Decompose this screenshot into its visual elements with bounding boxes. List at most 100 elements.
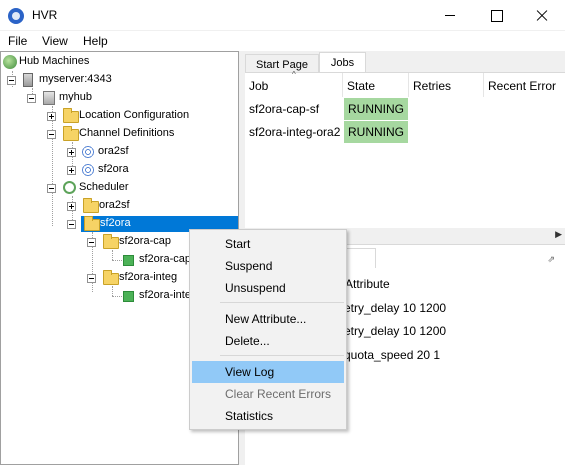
table-cell-state[interactable]: RUNNING [344,121,408,143]
tab-start-page[interactable]: Start Page [245,54,319,74]
menu-item-label: Delete... [225,334,270,348]
collapse-icon[interactable] [7,76,16,85]
list-item[interactable]: quota_speed 20 1 [344,348,440,362]
job-icon [123,291,134,302]
menu-item-label: Clear Recent Errors [225,387,332,401]
tree-node-label: sf2ora-integ [119,271,178,283]
table-cell-state[interactable]: RUNNING [344,98,408,120]
tree-node-scheduler[interactable]: Scheduler [47,180,147,196]
hub-icon [43,91,55,105]
folder-icon [83,198,99,213]
globe-icon [3,55,17,69]
cell-text: RUNNING [348,102,404,116]
menu-item-clear-recent-errors: Clear Recent Errors [192,383,344,405]
folder-icon [103,234,119,249]
expand-icon[interactable] [67,202,76,211]
header-label: Retries [413,79,452,93]
menu-item-statistics[interactable]: Statistics [192,405,344,427]
tree-node-label: Scheduler [79,181,129,193]
tree-node-label: sf2ora [100,217,131,229]
list-item[interactable]: etry_delay 10 1200 [344,301,446,315]
tree-node-label: Hub Machines [19,55,90,67]
collapse-icon[interactable] [47,130,56,139]
maximize-icon[interactable] [473,0,519,31]
collapse-icon[interactable] [87,238,96,247]
channel-icon [81,163,95,177]
menu-separator [220,302,344,303]
scroll-right-icon[interactable]: ▶ [555,229,562,240]
tab-label: Jobs [330,57,355,69]
list-item[interactable]: etry_delay 10 1200 [344,324,446,338]
menu-help[interactable]: Help [83,34,108,48]
collapse-icon[interactable] [67,220,76,229]
tree-node-channel-definitions[interactable]: Channel Definitions [47,126,197,142]
column-header-job[interactable]: ^ Job [245,70,343,97]
menu-item-new-attribute[interactable]: New Attribute... [192,308,344,330]
tree-node-label: Channel Definitions [79,127,175,139]
tab-label: Start Page [256,59,308,71]
menu-item-label: Statistics [225,409,274,423]
menu-item-unsuspend[interactable]: Unsuspend [192,277,344,299]
tree-node-job-cap[interactable]: sf2ora-cap [123,252,193,268]
menu-item-delete[interactable]: Delete... [192,330,344,352]
header-label: Job [249,79,269,93]
column-header-attribute: Attribute [345,277,390,291]
menu-view[interactable]: View [42,34,68,48]
close-icon[interactable] [519,0,565,31]
column-header-state[interactable]: State [343,73,409,97]
tree-node-label: myserver:4343 [39,73,112,85]
tree-node-label: ora2sf [99,199,130,211]
title-bar: HVR [0,0,565,31]
header-label: State [347,79,376,93]
tree-node-label: sf2ora-integ [139,289,193,301]
folder-icon [103,270,119,285]
collapse-icon[interactable] [47,184,56,193]
tree-node-label: sf2ora [98,163,129,175]
column-header-recent-error[interactable]: Recent Error [484,73,565,97]
folder-icon [63,126,79,141]
menu-file[interactable]: File [8,34,27,48]
header-label: Recent Error [488,79,557,93]
tree-node-label: Location Configuration [79,109,190,121]
expand-icon[interactable] [67,166,76,175]
tree-node-label: sf2ora-cap [119,235,171,247]
tree-node-channel-ora2sf[interactable]: ora2sf [67,144,147,160]
tree-node-sf2ora-cap[interactable]: sf2ora-cap [87,234,187,250]
folder-icon [63,108,79,123]
column-header-retries[interactable]: Retries [409,73,484,97]
collapse-icon[interactable] [87,274,96,283]
tree-node-sf2ora-integ[interactable]: sf2ora-integ [87,270,187,286]
menu-item-suspend[interactable]: Suspend [192,255,344,277]
tree-node-server[interactable]: myserver:4343 [7,72,147,88]
tree-node-hub[interactable]: myhub [27,90,127,106]
scheduler-icon [63,181,76,194]
cell-text: RUNNING [348,125,404,139]
menu-item-label: Suspend [225,259,273,273]
folder-icon [84,216,100,231]
menu-item-label: View Log [225,365,275,379]
expand-icon[interactable] [67,148,76,157]
hvr-app-icon [8,8,24,24]
tree-node-scheduler-ora2sf[interactable]: ora2sf [67,198,147,214]
minimize-icon[interactable] [427,0,473,31]
tree-node-label: sf2ora-cap [139,253,191,265]
context-menu: Start Suspend Unsuspend New Attribute...… [189,229,347,430]
menu-separator [220,355,344,356]
menu-item-start[interactable]: Start [192,233,344,255]
tree-node-location-configuration[interactable]: Location Configuration [47,108,197,124]
sort-ascending-icon: ^ [292,70,296,79]
table-cell-job[interactable]: sf2ora-cap-sf [245,98,343,120]
tree-node-label: myhub [59,91,93,103]
menu-item-view-log[interactable]: View Log [192,361,344,383]
collapse-icon[interactable] [27,94,36,103]
tree-node-hub-machines[interactable]: Hub Machines [3,54,123,70]
tree-node-job-integ[interactable]: sf2ora-integ [123,288,193,304]
jobs-table: ^ Job State Retries Recent Error sf2ora-… [245,70,565,238]
tree-node-channel-sf2ora[interactable]: sf2ora [67,162,147,178]
menu-item-label: New Attribute... [225,312,307,326]
table-cell-job[interactable]: sf2ora-integ-ora2 [245,121,343,143]
cell-text: sf2ora-cap-sf [249,102,320,116]
pin-icon[interactable]: ⇗ [547,254,555,265]
expand-icon[interactable] [47,112,56,121]
tab-jobs[interactable]: Jobs [319,52,366,73]
